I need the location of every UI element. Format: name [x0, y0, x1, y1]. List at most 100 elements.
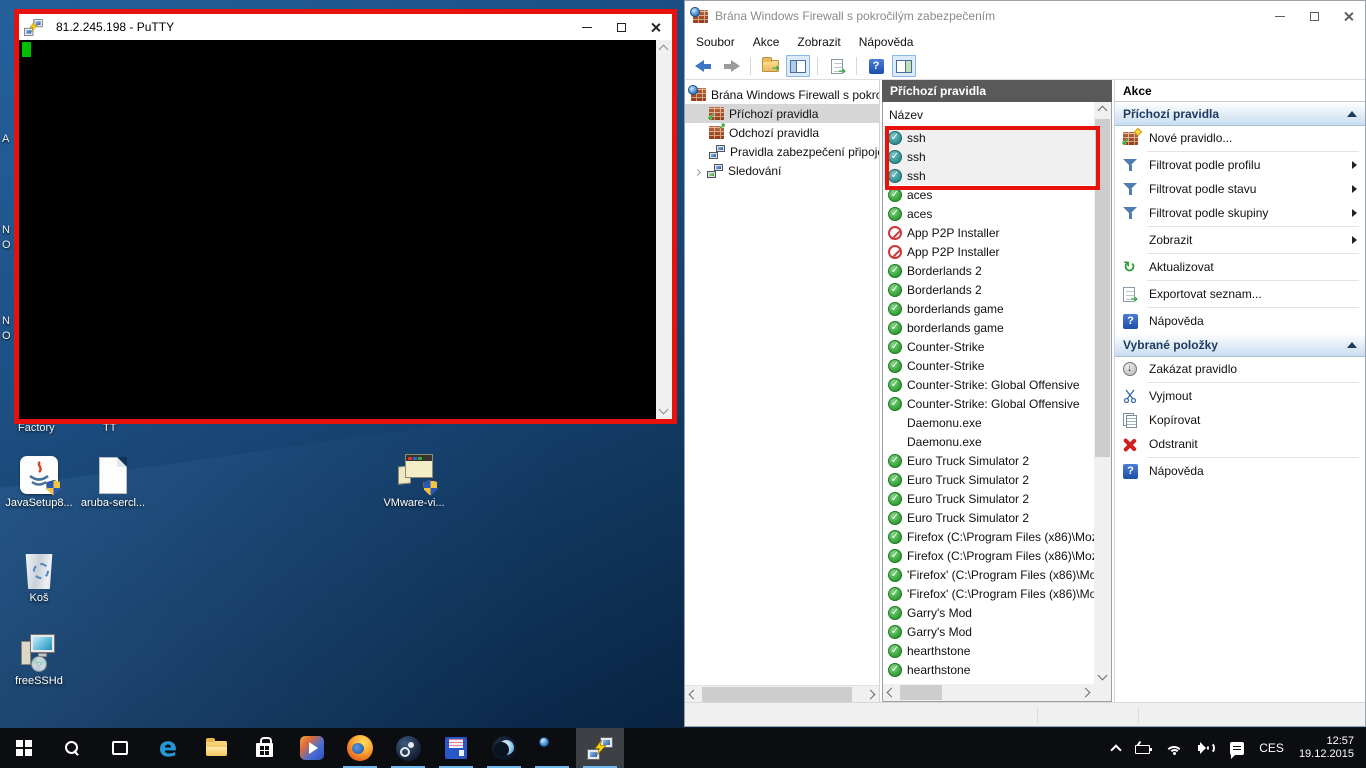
language-indicator[interactable]: CES: [1259, 741, 1284, 755]
action-filtrovat-podle-profilu[interactable]: Filtrovat podle profilu: [1115, 153, 1365, 177]
tree-item-p-choz-pravidla[interactable]: ↙Příchozí pravidla: [685, 104, 879, 123]
rules-vertical-scrollbar[interactable]: [1094, 102, 1111, 684]
actions-section-p-choz-pravidla[interactable]: Příchozí pravidla: [1115, 102, 1365, 126]
rule-row[interactable]: ssh: [883, 128, 1094, 147]
scroll-left-arrow[interactable]: [689, 690, 699, 700]
action-n-pov-da[interactable]: Nápověda: [1115, 459, 1365, 483]
rule-row[interactable]: aces: [883, 204, 1094, 223]
help-button[interactable]: [864, 55, 888, 77]
taskbar-task-view-button[interactable]: [96, 728, 144, 768]
rule-row[interactable]: App P2P Installer: [883, 242, 1094, 261]
rule-row[interactable]: Garry's Mod: [883, 603, 1094, 622]
maximize-button[interactable]: [604, 14, 638, 40]
rule-row[interactable]: Borderlands 2: [883, 261, 1094, 280]
toggle-action-pane-button[interactable]: [892, 55, 916, 77]
scroll-down-arrow[interactable]: [659, 405, 669, 415]
taskbar-search-button[interactable]: [48, 728, 96, 768]
tree-item-sledov-n[interactable]: Sledování: [685, 161, 879, 180]
rule-row[interactable]: Counter-Strike: Global Offensive: [883, 375, 1094, 394]
action-n-pov-da[interactable]: Nápověda: [1115, 309, 1365, 333]
menu-akce[interactable]: Akce: [744, 33, 789, 51]
scroll-right-arrow[interactable]: [866, 690, 876, 700]
taskbar-firefox-button[interactable]: [336, 728, 384, 768]
collapse-icon[interactable]: [1347, 111, 1357, 117]
scroll-up-arrow[interactable]: [659, 45, 669, 55]
collapse-icon[interactable]: [1347, 342, 1357, 348]
rule-row[interactable]: Garry's Mod: [883, 622, 1094, 641]
rule-row[interactable]: Euro Truck Simulator 2: [883, 451, 1094, 470]
close-button[interactable]: [1331, 1, 1365, 31]
tray-chevron-up-icon[interactable]: [1111, 744, 1122, 755]
tree-root[interactable]: Brána Windows Firewall s pokro: [685, 85, 879, 104]
rule-row[interactable]: ssh: [883, 147, 1094, 166]
action-zak-zat-pravidlo[interactable]: Zakázat pravidlo: [1115, 357, 1365, 381]
close-button[interactable]: [638, 14, 672, 40]
rule-row[interactable]: Euro Truck Simulator 2: [883, 508, 1094, 527]
rule-row[interactable]: 'Firefox' (C:\Program Files (x86)\Mo:: [883, 584, 1094, 603]
taskbar-daemon-tools-button[interactable]: [480, 728, 528, 768]
menu-soubor[interactable]: Soubor: [687, 33, 744, 51]
action-nov-pravidlo[interactable]: ↙Nové pravidlo...: [1115, 126, 1365, 150]
taskbar-windows-firewall-button[interactable]: [528, 728, 576, 768]
action-kop-rovat[interactable]: Kopírovat: [1115, 408, 1365, 432]
rule-row[interactable]: Firefox (C:\Program Files (x86)\Mozi: [883, 527, 1094, 546]
rule-row[interactable]: Euro Truck Simulator 2: [883, 489, 1094, 508]
rule-row[interactable]: aces: [883, 185, 1094, 204]
desktop-icon-freesshd[interactable]: freeSSHd: [0, 628, 78, 687]
actions-section-vybran-polo-ky[interactable]: Vybrané položky: [1115, 333, 1365, 357]
scroll-up-arrow[interactable]: [1098, 106, 1108, 116]
maximize-button[interactable]: [1297, 1, 1331, 31]
wifi-icon[interactable]: [1165, 742, 1183, 755]
desktop-icon-javasetup8[interactable]: JavaSetup8...: [0, 450, 78, 509]
rule-row[interactable]: borderlands game: [883, 318, 1094, 337]
forward-button[interactable]: [719, 55, 743, 77]
minimize-button[interactable]: [570, 14, 604, 40]
rule-row[interactable]: hearthstone: [883, 641, 1094, 660]
column-header-name[interactable]: Název: [883, 102, 1094, 128]
show-folder-button[interactable]: [758, 55, 782, 77]
taskbar-putty-button[interactable]: [576, 728, 624, 768]
rule-row[interactable]: Counter-Strike: Global Offensive: [883, 394, 1094, 413]
export-list-button[interactable]: [825, 55, 849, 77]
rule-row[interactable]: 'Firefox' (C:\Program Files (x86)\Mo:: [883, 565, 1094, 584]
scroll-down-arrow[interactable]: [1098, 671, 1108, 681]
taskbar-media-player-button[interactable]: [288, 728, 336, 768]
action-filtrovat-podle-skupiny[interactable]: Filtrovat podle skupiny: [1115, 201, 1365, 225]
taskbar-steam-button[interactable]: [384, 728, 432, 768]
putty-terminal[interactable]: [19, 40, 672, 419]
rule-row[interactable]: Borderlands 2: [883, 280, 1094, 299]
tree-horizontal-scrollbar[interactable]: [685, 685, 879, 702]
action-aktualizovat[interactable]: Aktualizovat: [1115, 255, 1365, 279]
taskbar-floppy-app-button[interactable]: [432, 728, 480, 768]
action-vyjmout[interactable]: Vyjmout: [1115, 384, 1365, 408]
action-odstranit[interactable]: Odstranit: [1115, 432, 1365, 456]
expand-chevron-icon[interactable]: [695, 164, 700, 178]
volume-icon[interactable]: [1198, 742, 1215, 754]
rules-horizontal-scrollbar[interactable]: [883, 684, 1094, 701]
rule-row[interactable]: Counter-Strike: [883, 356, 1094, 375]
rule-row[interactable]: borderlands game: [883, 299, 1094, 318]
putty-scrollbar[interactable]: [656, 40, 672, 419]
rule-row[interactable]: Counter-Strike: [883, 337, 1094, 356]
action-filtrovat-podle-stavu[interactable]: Filtrovat podle stavu: [1115, 177, 1365, 201]
scrollbar-thumb[interactable]: [1095, 119, 1110, 457]
toggle-console-tree-button[interactable]: [786, 55, 810, 77]
taskbar-start-button[interactable]: [0, 728, 48, 768]
menu-zobrazit[interactable]: Zobrazit: [788, 33, 849, 51]
minimize-button[interactable]: [1263, 1, 1297, 31]
rule-row[interactable]: Daemonu.exe: [883, 413, 1094, 432]
rule-row[interactable]: Euro Truck Simulator 2: [883, 470, 1094, 489]
scroll-right-arrow[interactable]: [1081, 688, 1091, 698]
taskbar-edge-button[interactable]: [144, 728, 192, 768]
desktop-icon-vmware-vi[interactable]: VMware-vi...: [375, 450, 453, 509]
rule-row[interactable]: hearthstone: [883, 660, 1094, 679]
action-zobrazit[interactable]: Zobrazit: [1115, 228, 1365, 252]
action-exportovat-seznam[interactable]: Exportovat seznam...: [1115, 282, 1365, 306]
rule-row[interactable]: App P2P Installer: [883, 223, 1094, 242]
back-button[interactable]: [691, 55, 715, 77]
rule-row[interactable]: Firefox (C:\Program Files (x86)\Mozi: [883, 546, 1094, 565]
battery-icon[interactable]: [1135, 745, 1150, 754]
menu-n-pov-da[interactable]: Nápověda: [850, 33, 923, 51]
taskbar-clock[interactable]: 12:57 19.12.2015: [1299, 735, 1354, 761]
action-center-icon[interactable]: [1230, 742, 1244, 755]
